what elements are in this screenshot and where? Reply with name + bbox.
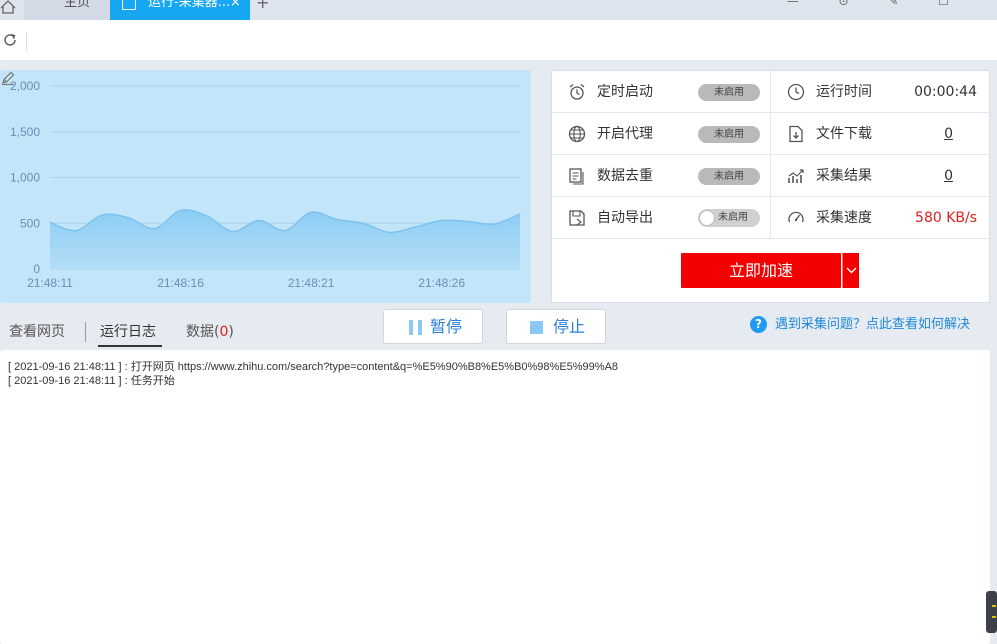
settings-row-1: 定时启动 未启用 运行时间 00:00:44 bbox=[552, 71, 989, 113]
stop-icon bbox=[530, 321, 543, 334]
pause-icon bbox=[409, 320, 423, 335]
auto-export-toggle[interactable]: 未启用 bbox=[698, 209, 760, 227]
dedupe-label: 数据去重 bbox=[597, 168, 653, 184]
x-tick-label: 21:48:16 bbox=[157, 276, 204, 290]
speed-area bbox=[50, 209, 520, 269]
speed-cell: 采集速度 580 KB/s bbox=[771, 197, 989, 239]
x-tick-label: 21:48:26 bbox=[418, 276, 465, 290]
log-panel: [ 2021-09-16 21:48:11 ] : 打开网页 https://w… bbox=[0, 350, 990, 644]
speed-label: 采集速度 bbox=[816, 210, 872, 226]
x-tick-label: 21:48:11 bbox=[27, 276, 73, 290]
clock-icon bbox=[787, 83, 805, 101]
y-tick-label: 500 bbox=[20, 216, 40, 230]
file-download-count-link[interactable]: 0 bbox=[944, 125, 953, 143]
alarm-clock-icon bbox=[569, 84, 585, 100]
proxy-cell: 开启代理 未启用 bbox=[552, 113, 771, 155]
tab-view-webpage[interactable]: 查看网页 bbox=[9, 323, 65, 341]
help-text: 遇到采集问题？点此查看如何解决 bbox=[775, 317, 971, 332]
x-tick-label: 21:48:21 bbox=[288, 276, 335, 290]
speed-chart: 2,000 1,500 1,000 500 0 21:48:11 21:48:16 21:48… bbox=[0, 70, 531, 303]
tab-run-log[interactable]: 运行日志 bbox=[100, 323, 156, 341]
dedupe-toggle[interactable]: 未启用 bbox=[698, 168, 760, 185]
refresh-icon[interactable] bbox=[2, 32, 18, 48]
y-tick-label: 0 bbox=[33, 262, 40, 276]
proxy-toggle[interactable]: 未启用 bbox=[698, 126, 760, 143]
speedometer-icon bbox=[788, 211, 804, 223]
pause-label: 暂停 bbox=[430, 317, 463, 336]
home-icon[interactable] bbox=[0, 0, 18, 14]
run-time-cell: 运行时间 00:00:44 bbox=[771, 71, 989, 113]
results-cell: 采集结果 0 bbox=[771, 155, 989, 197]
window-controls[interactable]: — ⊙ ✎ ☐ bbox=[787, 0, 967, 8]
log-line: [ 2021-09-16 21:48:11 ] : 打开网页 https://w… bbox=[8, 361, 619, 373]
pause-button[interactable]: 暂停 bbox=[383, 309, 483, 344]
auto-export-label: 自动导出 bbox=[597, 210, 653, 226]
edit-icon[interactable] bbox=[0, 70, 16, 86]
tab-data[interactable]: 数据(0) bbox=[186, 323, 234, 341]
tab-data-label: 数据( bbox=[186, 324, 220, 340]
question-icon: ? bbox=[750, 316, 767, 333]
address-divider bbox=[26, 32, 27, 50]
y-tick-label: 1,000 bbox=[10, 171, 40, 185]
tab-task-running[interactable]: 运行-采集器... × bbox=[110, 0, 250, 20]
y-tick-label: 1,500 bbox=[10, 125, 40, 139]
settings-panel: 定时启动 未启用 运行时间 00:00:44 开启代理 未启用 文件下载 0 数… bbox=[551, 70, 990, 303]
auto-export-status: 未启用 bbox=[718, 212, 748, 223]
address-bar bbox=[0, 20, 997, 61]
chevron-down-icon bbox=[846, 267, 857, 274]
help-link[interactable]: ? 遇到采集问题？点此查看如何解决 bbox=[750, 316, 970, 334]
file-download-label: 文件下载 bbox=[816, 126, 872, 142]
document-icon bbox=[122, 0, 136, 10]
trend-chart-icon bbox=[788, 169, 804, 183]
settings-row-3: 数据去重 未启用 采集结果 0 bbox=[552, 155, 989, 197]
timed-start-toggle[interactable]: 未启用 bbox=[698, 84, 760, 101]
boost-dropdown-button[interactable] bbox=[842, 253, 859, 288]
tab-home-label: 主页 bbox=[64, 0, 91, 10]
file-download-cell: 文件下载 0 bbox=[771, 113, 989, 155]
tab-data-suffix: ) bbox=[228, 324, 234, 340]
settings-row-2: 开启代理 未启用 文件下载 0 bbox=[552, 113, 989, 155]
run-time-value: 00:00:44 bbox=[914, 84, 977, 100]
proxy-label: 开启代理 bbox=[597, 126, 653, 142]
run-time-label: 运行时间 bbox=[816, 84, 872, 100]
globe-icon bbox=[568, 125, 586, 143]
stop-label: 停止 bbox=[553, 317, 586, 336]
timed-start-cell: 定时启动 未启用 bbox=[552, 71, 771, 113]
speed-value: 580 KB/s bbox=[915, 210, 977, 226]
boost-button[interactable]: 立即加速 bbox=[681, 253, 841, 288]
active-tab-indicator bbox=[98, 345, 162, 347]
dedupe-list-icon bbox=[569, 168, 584, 185]
stop-button[interactable]: 停止 bbox=[506, 309, 606, 344]
results-label: 采集结果 bbox=[816, 168, 872, 184]
tab-bar: 主页 运行-采集器... × + — ⊙ ✎ ☐ bbox=[0, 0, 997, 20]
tab-home[interactable]: 主页 bbox=[24, 0, 110, 20]
auto-export-cell: 自动导出 未启用 bbox=[552, 197, 771, 239]
toggle-knob bbox=[699, 210, 715, 226]
speed-chart-svg: 2,0001,5001,000500021:48:11 21:48:16 21:48… bbox=[10, 79, 521, 290]
results-count-link[interactable]: 0 bbox=[944, 167, 953, 185]
close-icon[interactable]: × bbox=[230, 0, 241, 11]
add-tab-button[interactable]: + bbox=[256, 0, 269, 12]
tab-separator bbox=[85, 322, 86, 342]
settings-row-4: 自动导出 未启用 采集速度 580 KB/s bbox=[552, 197, 989, 239]
scrollbar-thumb[interactable] bbox=[986, 591, 997, 633]
tab-task-label: 运行-采集器... bbox=[148, 0, 231, 10]
dedupe-cell: 数据去重 未启用 bbox=[552, 155, 771, 197]
timed-start-label: 定时启动 bbox=[597, 84, 653, 100]
export-icon bbox=[569, 210, 585, 226]
file-download-icon bbox=[789, 125, 803, 143]
log-line: [ 2021-09-16 21:48:11 ] : 任务开始 bbox=[8, 375, 175, 387]
